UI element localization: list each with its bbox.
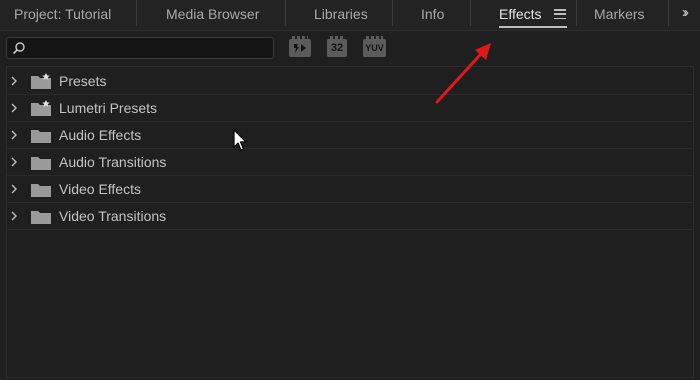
active-tab-indicator <box>499 26 567 28</box>
tab-divider <box>576 0 577 26</box>
tab-overflow-icon[interactable]: ›› <box>682 4 689 21</box>
search-input[interactable] <box>29 40 273 58</box>
panel-menu-icon[interactable] <box>554 9 566 20</box>
32-bit-effects-button[interactable]: 32 <box>327 36 347 57</box>
tab-divider <box>136 0 137 26</box>
chevron-right-icon[interactable] <box>10 183 18 195</box>
list-item-label: Audio Effects <box>59 127 142 143</box>
accelerated-effects-button[interactable] <box>289 36 311 57</box>
folder-icon <box>31 130 51 143</box>
list-item[interactable]: Video Effects <box>6 176 694 203</box>
list-item-label: Audio Transitions <box>59 154 167 170</box>
accelerated-effects-icon <box>294 44 306 53</box>
list-item-label: Presets <box>59 73 107 89</box>
chevron-right-icon[interactable] <box>10 156 18 168</box>
list-item[interactable]: Lumetri Presets <box>6 95 694 122</box>
effects-panel: Project: Tutorial Media Browser Librarie… <box>0 0 700 380</box>
list-item[interactable]: Audio Effects <box>6 122 694 149</box>
effects-search-box[interactable] <box>6 37 274 59</box>
tab-divider <box>392 0 393 26</box>
tab-divider <box>470 0 471 26</box>
tab-markers[interactable]: Markers <box>594 0 645 30</box>
folder-icon <box>31 211 51 224</box>
chevron-right-icon[interactable] <box>10 102 18 114</box>
mouse-cursor-icon <box>233 129 247 151</box>
panel-tab-bar: Project: Tutorial Media Browser Librarie… <box>0 0 700 31</box>
list-item-label: Video Transitions <box>59 208 167 224</box>
list-item-label: Lumetri Presets <box>59 100 158 116</box>
chevron-right-icon[interactable] <box>10 210 18 222</box>
chevron-right-icon[interactable] <box>10 75 18 87</box>
yuv-effects-button[interactable]: YUV <box>363 36 386 57</box>
tab-media-browser[interactable]: Media Browser <box>166 0 259 30</box>
starred-folder-icon <box>31 100 51 116</box>
list-item[interactable]: Presets <box>6 68 694 95</box>
tab-divider <box>668 0 669 26</box>
tab-info[interactable]: Info <box>421 0 444 30</box>
list-item[interactable]: Audio Transitions <box>6 149 694 176</box>
tab-libraries[interactable]: Libraries <box>314 0 368 30</box>
tab-effects-label: Effects <box>499 6 542 22</box>
effects-tree: Presets Lumetri Presets Audio Effects Au… <box>6 68 694 230</box>
tab-project[interactable]: Project: Tutorial <box>14 0 111 30</box>
tab-divider <box>285 0 286 26</box>
list-item-label: Video Effects <box>59 181 141 197</box>
search-icon <box>12 42 25 55</box>
folder-icon <box>31 157 51 170</box>
list-item[interactable]: Video Transitions <box>6 203 694 230</box>
chevron-right-icon[interactable] <box>10 129 18 141</box>
folder-icon <box>31 184 51 197</box>
starred-folder-icon <box>31 73 51 89</box>
